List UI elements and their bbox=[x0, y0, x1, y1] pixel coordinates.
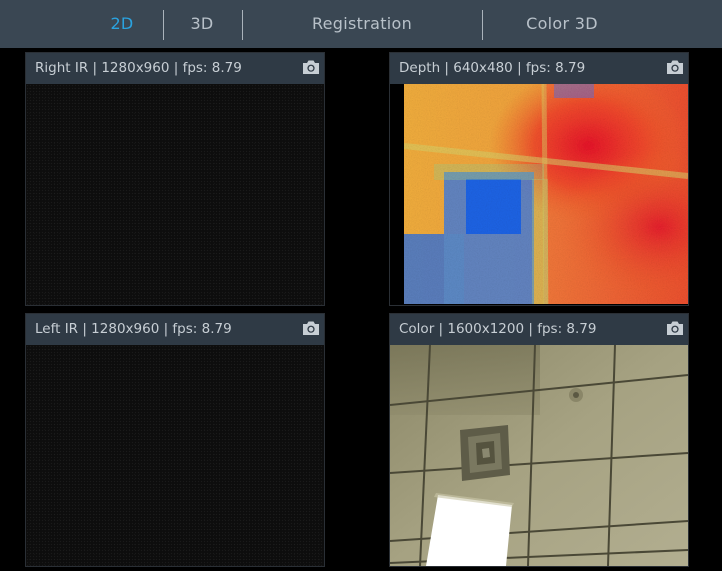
depth-stream bbox=[390, 84, 688, 305]
tab-3d[interactable]: 3D bbox=[172, 0, 232, 48]
left-ir-title: Left IR | 1280x960 | fps: 8.79 bbox=[35, 321, 232, 337]
left-ir-panel: Left IR | 1280x960 | fps: 8.79 bbox=[25, 313, 325, 567]
top-nav-bar: 2D 3D Registration Color 3D bbox=[0, 0, 722, 48]
camera-icon[interactable] bbox=[666, 320, 684, 336]
ceiling-camera-image bbox=[390, 345, 688, 566]
left-ir-stream bbox=[26, 345, 324, 566]
right-ir-panel: Right IR | 1280x960 | fps: 8.79 bbox=[25, 52, 325, 306]
depth-title: Depth | 640x480 | fps: 8.79 bbox=[399, 60, 586, 76]
depth-heatmap-image bbox=[404, 84, 688, 304]
camera-icon[interactable] bbox=[302, 320, 320, 336]
tab-divider bbox=[482, 10, 483, 40]
panel-header: Depth | 640x480 | fps: 8.79 bbox=[390, 53, 688, 84]
right-ir-title: Right IR | 1280x960 | fps: 8.79 bbox=[35, 60, 242, 76]
color-title: Color | 1600x1200 | fps: 8.79 bbox=[399, 321, 597, 337]
tab-divider bbox=[242, 10, 243, 40]
color-stream bbox=[390, 345, 688, 566]
color-panel: Color | 1600x1200 | fps: 8.79 bbox=[389, 313, 689, 567]
right-ir-stream bbox=[26, 84, 324, 305]
depth-panel: Depth | 640x480 | fps: 8.79 bbox=[389, 52, 689, 306]
tab-registration[interactable]: Registration bbox=[262, 0, 462, 48]
camera-icon[interactable] bbox=[302, 59, 320, 75]
panel-header: Color | 1600x1200 | fps: 8.79 bbox=[390, 314, 688, 345]
panel-header: Right IR | 1280x960 | fps: 8.79 bbox=[26, 53, 324, 84]
tab-2d[interactable]: 2D bbox=[90, 0, 154, 48]
vent-graphic bbox=[460, 425, 510, 481]
panel-header: Left IR | 1280x960 | fps: 8.79 bbox=[26, 314, 324, 345]
tab-color-3d[interactable]: Color 3D bbox=[492, 0, 632, 48]
tab-divider bbox=[163, 10, 164, 40]
camera-icon[interactable] bbox=[666, 59, 684, 75]
